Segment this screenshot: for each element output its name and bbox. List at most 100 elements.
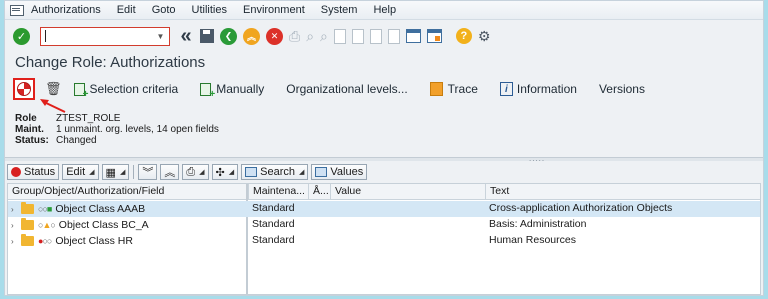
authorization-tree-grid: Group/Object/Authorization/Field Mainten… bbox=[7, 183, 761, 295]
menu-window-icon[interactable] bbox=[9, 4, 24, 16]
cancel-icon[interactable]: ✕ bbox=[266, 27, 283, 45]
manually-button[interactable]: Manually bbox=[200, 82, 265, 100]
manually-label: Manually bbox=[216, 82, 265, 96]
information-button[interactable]: i Information bbox=[499, 82, 577, 96]
dropdown-icon: ◢ bbox=[89, 169, 95, 176]
value-cell bbox=[330, 233, 485, 249]
text-cell: Basis: Administration bbox=[489, 218, 587, 230]
table-row[interactable]: › ○▲○ Object Class BC_A Standard Basis: … bbox=[8, 217, 760, 233]
new-session-icon[interactable] bbox=[405, 29, 421, 43]
expand-all-button[interactable]: ︾ bbox=[138, 164, 158, 180]
splitter[interactable] bbox=[5, 157, 763, 161]
folder-icon bbox=[21, 218, 34, 230]
dropdown-icon: ◢ bbox=[299, 169, 305, 176]
splitter-handle[interactable]: ..... bbox=[529, 154, 545, 163]
shortcut-icon[interactable] bbox=[426, 29, 442, 43]
grid-header: Group/Object/Authorization/Field Mainten… bbox=[8, 184, 760, 200]
delete-icon[interactable]: 🗑 bbox=[45, 81, 62, 97]
trace-label: Trace bbox=[447, 82, 478, 96]
chevron-down-icon[interactable]: ▼ bbox=[155, 31, 166, 42]
menu-help[interactable]: Help bbox=[373, 4, 396, 16]
prev-page-icon[interactable] bbox=[351, 28, 364, 44]
col-header-group[interactable]: Group/Object/Authorization/Field bbox=[8, 184, 246, 199]
menu-system[interactable]: System bbox=[321, 4, 358, 16]
tools-button[interactable]: ✣ ◢ bbox=[211, 164, 239, 180]
value-cell bbox=[330, 201, 485, 217]
table-row[interactable]: › ○○■ Object Class AAAB Standard Cross-a… bbox=[8, 201, 760, 217]
menu-authorizations[interactable]: Authorizations bbox=[31, 4, 101, 16]
menu-bar: Authorizations Edit Goto Utilities Envir… bbox=[5, 1, 763, 20]
status-row: Status: Changed bbox=[15, 135, 219, 146]
values-button[interactable]: Values bbox=[311, 164, 368, 180]
status-button[interactable]: Status bbox=[7, 164, 60, 180]
edit-button-label: Edit bbox=[66, 166, 86, 178]
help-icon[interactable]: ? bbox=[455, 28, 472, 44]
page-title: Change Role: Authorizations bbox=[15, 54, 206, 71]
print-icon: ⎙ bbox=[186, 165, 196, 178]
versions-button[interactable]: Versions bbox=[599, 82, 645, 96]
traffic-light-icon: ○○■ bbox=[38, 203, 52, 214]
edit-menu-button[interactable]: Edit ◢ bbox=[62, 164, 99, 180]
values-button-label: Values bbox=[330, 166, 364, 178]
role-label: Role bbox=[15, 113, 37, 124]
search-button-label: Search bbox=[260, 166, 296, 178]
save-icon[interactable] bbox=[200, 29, 214, 43]
menu-goto[interactable]: Goto bbox=[152, 4, 176, 16]
search-button[interactable]: Search ◢ bbox=[241, 164, 309, 180]
text-cell: Human Resources bbox=[489, 234, 576, 246]
expand-arrow-icon[interactable]: › bbox=[11, 218, 19, 233]
object-class-name[interactable]: Object Class AAAB bbox=[55, 202, 145, 217]
trace-icon bbox=[429, 82, 443, 96]
annotation-arrow bbox=[40, 99, 66, 113]
traffic-light-icon: ●○○ bbox=[38, 235, 52, 246]
print-list-button[interactable]: ⎙ ◢ bbox=[182, 164, 209, 180]
traffic-light-icon: ○▲○ bbox=[38, 219, 56, 230]
add-sheet-icon bbox=[73, 82, 89, 100]
tools-icon: ✣ bbox=[215, 166, 225, 179]
print-icon[interactable]: ⎙ bbox=[289, 28, 300, 45]
object-class-name[interactable]: Object Class BC_A bbox=[59, 218, 149, 233]
menu-environment[interactable]: Environment bbox=[243, 4, 305, 16]
search-icon bbox=[245, 167, 258, 177]
change-authorization-data-button[interactable] bbox=[13, 78, 35, 100]
object-class-name[interactable]: Object Class HR bbox=[55, 234, 133, 249]
settings-icon[interactable]: ⚙ bbox=[478, 28, 491, 45]
expand-arrow-icon[interactable]: › bbox=[11, 234, 19, 249]
col-header-maintenance[interactable]: Maintena... bbox=[248, 184, 308, 199]
back-icon[interactable]: « bbox=[176, 25, 196, 47]
folder-icon bbox=[21, 234, 34, 246]
col-header-text[interactable]: Text bbox=[485, 184, 762, 199]
find-icon[interactable]: ⌕ bbox=[306, 28, 314, 45]
maintenance-cell: Standard bbox=[252, 234, 295, 246]
expand-icon: ︾ bbox=[142, 167, 154, 179]
add-sheet-icon bbox=[200, 82, 215, 100]
col-header-value[interactable]: Value bbox=[330, 184, 485, 199]
check-icon[interactable]: ✓ bbox=[13, 27, 30, 45]
expand-arrow-icon[interactable]: › bbox=[11, 202, 19, 217]
exit-icon[interactable]: ︽ bbox=[243, 27, 260, 45]
dropdown-icon: ◢ bbox=[228, 169, 235, 176]
information-label: Information bbox=[516, 82, 577, 96]
org-levels-button[interactable]: Organizational levels... bbox=[286, 82, 407, 96]
command-field[interactable]: ▼ bbox=[40, 26, 170, 46]
status-label: Status: bbox=[15, 135, 49, 146]
menu-utilities[interactable]: Utilities bbox=[192, 4, 227, 16]
structure-button[interactable]: ▦ ◢ bbox=[101, 164, 130, 180]
maintenance-cell: Standard bbox=[252, 218, 295, 230]
folder-icon bbox=[21, 202, 34, 214]
find-next-icon[interactable]: ⌕ bbox=[320, 28, 328, 45]
collapse-all-button[interactable]: ︽ bbox=[160, 164, 180, 180]
table-row[interactable]: › ●○○ Object Class HR Standard Human Res… bbox=[8, 233, 760, 249]
status-button-label: Status bbox=[24, 166, 56, 178]
trace-button[interactable]: Trace bbox=[429, 82, 478, 96]
first-page-icon[interactable] bbox=[333, 28, 346, 44]
last-page-icon[interactable] bbox=[387, 28, 400, 44]
selection-criteria-button[interactable]: Selection criteria bbox=[73, 82, 178, 100]
menu-edit[interactable]: Edit bbox=[117, 4, 136, 16]
next-page-icon[interactable] bbox=[369, 28, 382, 44]
toolbar-separator bbox=[133, 165, 135, 179]
green-back-icon[interactable]: ❮ bbox=[220, 27, 237, 45]
dropdown-icon: ◢ bbox=[119, 169, 126, 176]
col-header-status-small[interactable]: Å... bbox=[308, 184, 330, 199]
dropdown-icon: ◢ bbox=[199, 169, 205, 176]
